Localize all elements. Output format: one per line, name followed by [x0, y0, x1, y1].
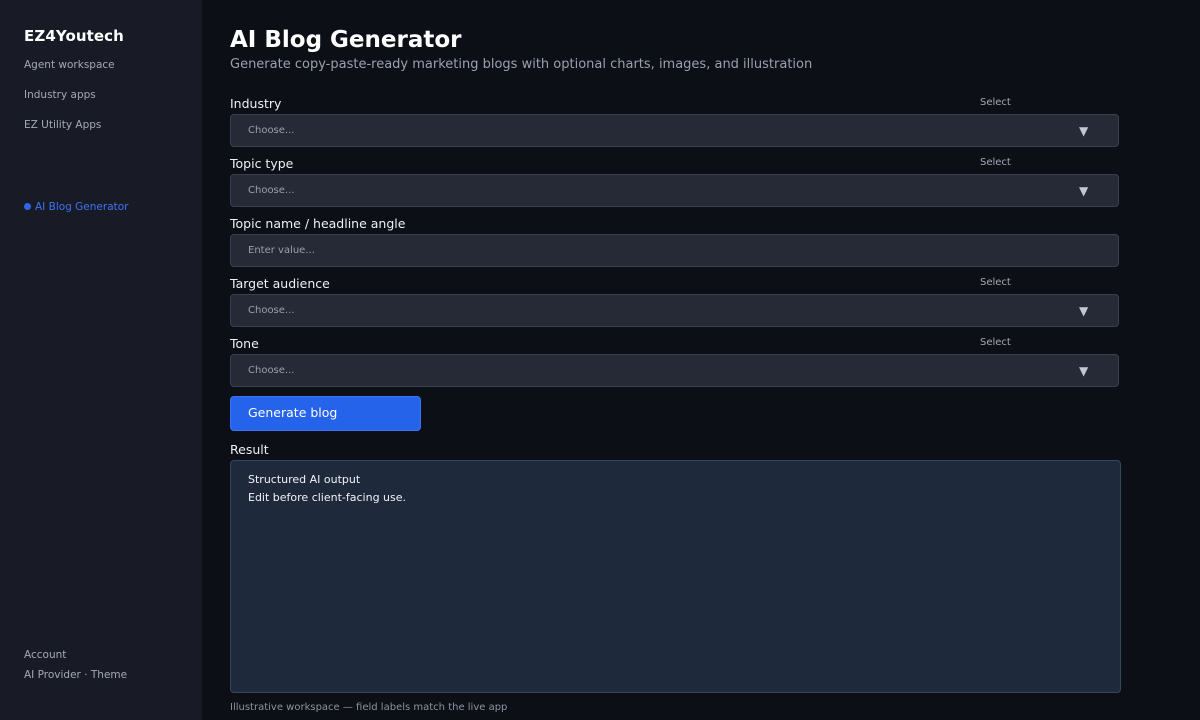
topic-type-select-hint: Select — [980, 157, 1011, 168]
chevron-down-icon: ▼ — [1079, 124, 1089, 138]
tone-select-value: Choose... — [248, 365, 295, 376]
target-audience-select-value: Choose... — [248, 305, 295, 316]
result-line: Structured AI output — [248, 473, 361, 486]
brand-logo[interactable]: EZ4Youtech — [24, 27, 124, 45]
target-audience-select-hint: Select — [980, 277, 1011, 288]
sidebar-item-industry-apps[interactable]: Industry apps — [24, 89, 96, 101]
sidebar-item-label: AI Blog Generator — [35, 201, 129, 213]
page-subtitle: Generate copy-paste-ready marketing blog… — [230, 57, 813, 72]
industry-select[interactable]: Choose... ▼ — [230, 114, 1119, 147]
topic-type-select-value: Choose... — [248, 185, 295, 196]
generate-blog-button-label: Generate blog — [248, 405, 338, 420]
sidebar-item-ai-blog-generator[interactable]: AI Blog Generator — [24, 201, 129, 213]
sidebar-item-agent-workspace[interactable]: Agent workspace — [24, 59, 115, 71]
topic-name-label: Topic name / headline angle — [230, 216, 406, 231]
chevron-down-icon: ▼ — [1079, 304, 1089, 318]
topic-type-label: Topic type — [230, 156, 294, 171]
active-dot-icon — [24, 203, 31, 210]
generate-blog-button[interactable]: Generate blog — [230, 396, 421, 431]
target-audience-label: Target audience — [230, 276, 330, 291]
industry-label: Industry — [230, 96, 282, 111]
page-title: AI Blog Generator — [230, 27, 462, 53]
sidebar-item-ez-utility-apps[interactable]: EZ Utility Apps — [24, 119, 101, 131]
result-label: Result — [230, 442, 269, 457]
target-audience-select[interactable]: Choose... ▼ — [230, 294, 1119, 327]
topic-type-select[interactable]: Choose... ▼ — [230, 174, 1119, 207]
separator: · — [84, 669, 88, 681]
industry-select-hint: Select — [980, 97, 1011, 108]
topic-name-placeholder: Enter value... — [248, 245, 315, 256]
topic-name-input[interactable]: Enter value... — [230, 234, 1119, 267]
result-output[interactable]: Structured AI output Edit before client-… — [230, 460, 1121, 693]
theme-link[interactable]: Theme — [91, 669, 127, 681]
tone-label: Tone — [230, 336, 259, 351]
ai-provider-link[interactable]: AI Provider — [24, 669, 81, 681]
tone-select-hint: Select — [980, 337, 1011, 348]
tone-select[interactable]: Choose... ▼ — [230, 354, 1119, 387]
result-line: Edit before client-facing use. — [248, 491, 407, 504]
footnote: Illustrative workspace — field labels ma… — [230, 702, 508, 713]
sidebar: EZ4Youtech Agent workspace Industry apps… — [0, 0, 202, 720]
settings-links: AI Provider · Theme — [24, 669, 127, 681]
industry-select-value: Choose... — [248, 125, 295, 136]
account-link[interactable]: Account — [24, 649, 66, 661]
chevron-down-icon: ▼ — [1079, 364, 1089, 378]
chevron-down-icon: ▼ — [1079, 184, 1089, 198]
